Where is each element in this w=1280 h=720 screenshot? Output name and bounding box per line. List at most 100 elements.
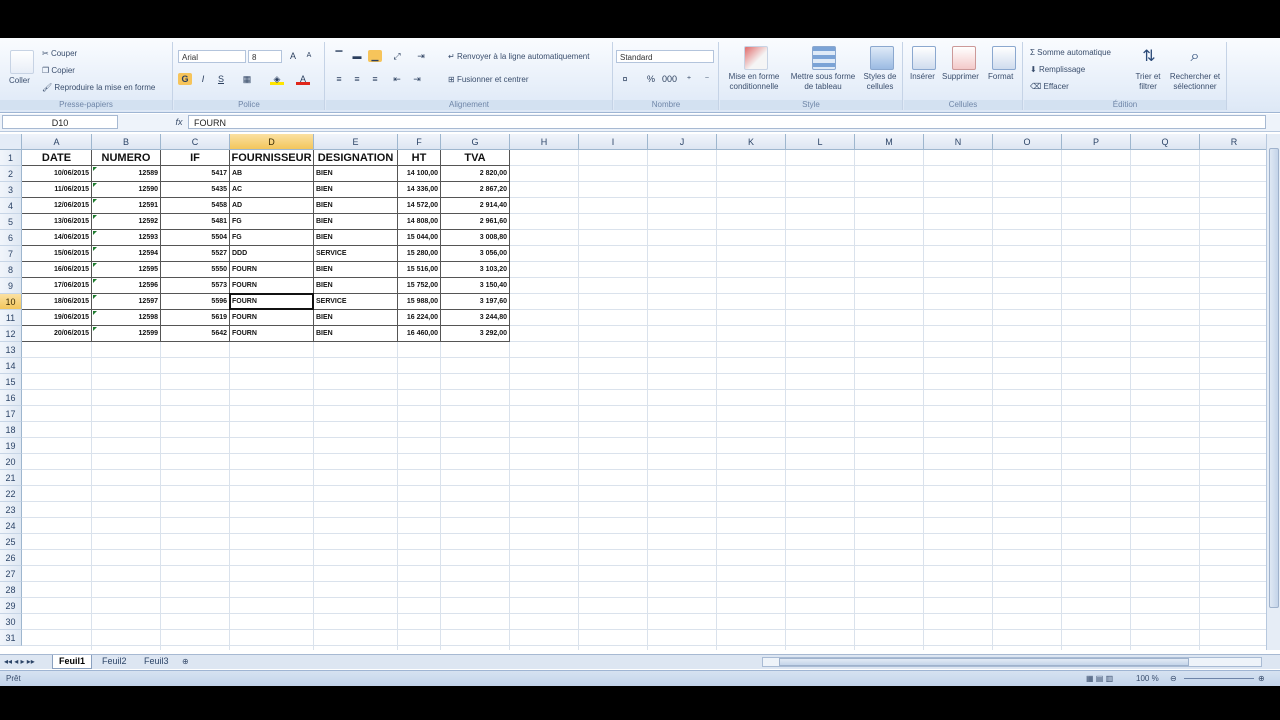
horizontal-scroll-thumb[interactable] <box>779 658 1189 666</box>
header-cell-b[interactable]: NUMERO <box>92 150 161 166</box>
sheet-tab-2[interactable]: Feuil2 <box>96 655 133 668</box>
row-header-20[interactable]: 20 <box>0 454 22 470</box>
row-header-18[interactable]: 18 <box>0 422 22 438</box>
header-cell-a[interactable]: DATE <box>22 150 92 166</box>
cell-d7[interactable]: DDD <box>230 246 314 262</box>
cell-a9[interactable]: 17/06/2015 <box>22 278 92 294</box>
decrease-indent-icon[interactable]: ⇤ <box>390 73 404 85</box>
cell-g5[interactable]: 2 961,60 <box>441 214 510 230</box>
error-indicator-icon[interactable] <box>93 247 97 251</box>
column-header-n[interactable]: N <box>924 134 993 150</box>
cell-e7[interactable]: SERVICE <box>314 246 398 262</box>
cell-g8[interactable]: 3 103,20 <box>441 262 510 278</box>
header-cell-g[interactable]: TVA <box>441 150 510 166</box>
cell-e10[interactable]: SERVICE <box>314 294 398 310</box>
column-header-o[interactable]: O <box>993 134 1062 150</box>
cell-d10[interactable]: FOURN <box>230 294 314 310</box>
cell-e6[interactable]: BIEN <box>314 230 398 246</box>
fill-color-icon[interactable]: ◈ <box>270 73 284 85</box>
align-bottom-icon[interactable]: ▁ <box>368 50 382 62</box>
cell-d11[interactable]: FOURN <box>230 310 314 326</box>
conditional-format-button[interactable]: Mise en forme conditionnelle <box>722 72 786 92</box>
cell-g9[interactable]: 3 150,40 <box>441 278 510 294</box>
row-header-19[interactable]: 19 <box>0 438 22 454</box>
column-header-m[interactable]: M <box>855 134 924 150</box>
orientation-icon[interactable]: ⤢ <box>390 50 404 62</box>
row-header-14[interactable]: 14 <box>0 358 22 374</box>
cell-e8[interactable]: BIEN <box>314 262 398 278</box>
row-header-29[interactable]: 29 <box>0 598 22 614</box>
cell-f2[interactable]: 14 100,00 <box>398 166 441 182</box>
error-indicator-icon[interactable] <box>93 183 97 187</box>
error-indicator-icon[interactable] <box>93 167 97 171</box>
cell-g12[interactable]: 3 292,00 <box>441 326 510 342</box>
cell-g11[interactable]: 3 244,80 <box>441 310 510 326</box>
align-left-icon[interactable]: ≡ <box>332 73 346 85</box>
number-format-select[interactable]: Standard <box>616 50 714 63</box>
italic-button[interactable]: I <box>196 73 210 85</box>
row-header-17[interactable]: 17 <box>0 406 22 422</box>
cell-f11[interactable]: 16 224,00 <box>398 310 441 326</box>
cell-b9[interactable]: 12596 <box>92 278 161 294</box>
cell-c4[interactable]: 5458 <box>161 198 230 214</box>
cell-c10[interactable]: 5596 <box>161 294 230 310</box>
cell-a11[interactable]: 19/06/2015 <box>22 310 92 326</box>
row-header-12[interactable]: 12 <box>0 326 22 342</box>
column-header-p[interactable]: P <box>1062 134 1131 150</box>
column-header-b[interactable]: B <box>92 134 161 150</box>
zoom-slider[interactable] <box>1184 678 1254 679</box>
function-icon[interactable]: fx <box>172 115 186 129</box>
cell-f12[interactable]: 16 460,00 <box>398 326 441 342</box>
row-header-26[interactable]: 26 <box>0 550 22 566</box>
cell-e12[interactable]: BIEN <box>314 326 398 342</box>
vertical-scroll-thumb[interactable] <box>1269 148 1279 608</box>
cell-f8[interactable]: 15 516,00 <box>398 262 441 278</box>
row-header-24[interactable]: 24 <box>0 518 22 534</box>
underline-button[interactable]: S <box>214 73 228 85</box>
cell-c12[interactable]: 5642 <box>161 326 230 342</box>
find-select-icon[interactable]: ⌕ <box>1184 46 1206 68</box>
row-header-31[interactable]: 31 <box>0 630 22 646</box>
header-cell-d[interactable]: FOURNISSEUR <box>230 150 314 166</box>
sort-filter-button[interactable]: Trier et filtrer <box>1128 72 1168 92</box>
error-indicator-icon[interactable] <box>93 231 97 235</box>
horizontal-scrollbar[interactable] <box>762 657 1262 667</box>
row-header-13[interactable]: 13 <box>0 342 22 358</box>
cell-styles-icon[interactable] <box>870 46 894 70</box>
font-color-icon[interactable]: A <box>296 73 310 85</box>
cell-a3[interactable]: 11/06/2015 <box>22 182 92 198</box>
cell-b2[interactable]: 12589 <box>92 166 161 182</box>
fill-button[interactable]: ⬇ Remplissage <box>1030 65 1085 75</box>
cell-g4[interactable]: 2 914,40 <box>441 198 510 214</box>
zoom-out-icon[interactable]: ⊖ <box>1170 674 1177 684</box>
row-header-10[interactable]: 10 <box>0 294 22 310</box>
row-header-2[interactable]: 2 <box>0 166 22 182</box>
indent-icon[interactable]: ⇥ <box>414 50 428 62</box>
cell-b12[interactable]: 12599 <box>92 326 161 342</box>
cell-c2[interactable]: 5417 <box>161 166 230 182</box>
align-center-icon[interactable]: ≡ <box>350 73 364 85</box>
row-header-6[interactable]: 6 <box>0 230 22 246</box>
cell-b8[interactable]: 12595 <box>92 262 161 278</box>
cell-a12[interactable]: 20/06/2015 <box>22 326 92 342</box>
cell-d4[interactable]: AD <box>230 198 314 214</box>
cell-a6[interactable]: 14/06/2015 <box>22 230 92 246</box>
cell-c9[interactable]: 5573 <box>161 278 230 294</box>
format-table-button[interactable]: Mettre sous forme de tableau <box>786 72 860 92</box>
align-middle-icon[interactable]: ▬ <box>350 50 364 62</box>
cell-d6[interactable]: FG <box>230 230 314 246</box>
insert-button[interactable]: Insérer <box>910 72 935 82</box>
header-cell-f[interactable]: HT <box>398 150 441 166</box>
row-header-4[interactable]: 4 <box>0 198 22 214</box>
delete-button[interactable]: Supprimer <box>942 72 979 82</box>
vertical-scrollbar[interactable] <box>1266 134 1280 650</box>
autosum-button[interactable]: Σ Somme automatique <box>1030 48 1111 58</box>
column-header-c[interactable]: C <box>161 134 230 150</box>
insert-sheet-icon[interactable]: ⊕ <box>182 657 189 667</box>
spreadsheet-grid[interactable]: A B C D E F G H I J K L M N O P Q R 1 2 3 4 5 6 7 8 9 10 11 12 13 14 15 1… <box>0 134 1266 650</box>
error-indicator-icon[interactable] <box>93 295 97 299</box>
row-header-27[interactable]: 27 <box>0 566 22 582</box>
column-header-r[interactable]: R <box>1200 134 1266 150</box>
select-all-corner[interactable] <box>0 134 22 150</box>
cell-f10[interactable]: 15 988,00 <box>398 294 441 310</box>
